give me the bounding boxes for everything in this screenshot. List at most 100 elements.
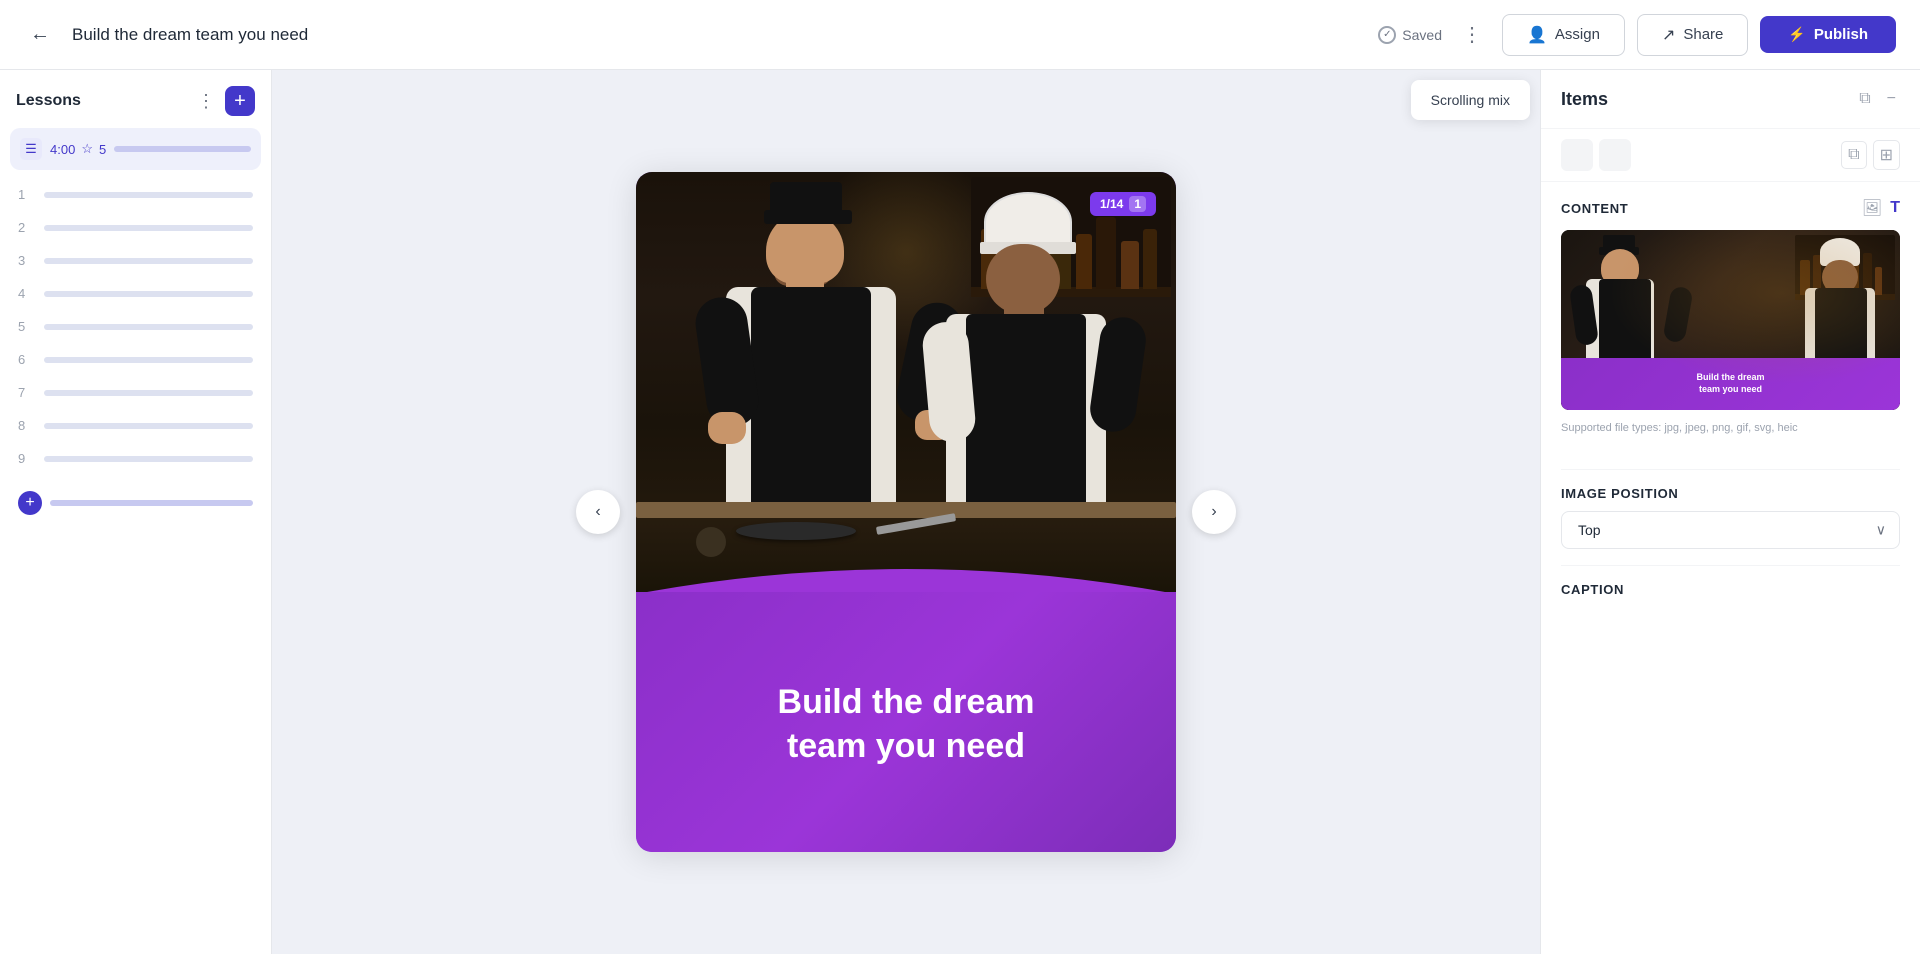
share-icon: ↗	[1662, 25, 1675, 45]
panel-toolbar: ⧉ ⊞	[1541, 129, 1920, 182]
right-panel: Items ⧉ − ⧉ ⊞ CONTENT 🖼 T	[1540, 70, 1920, 954]
page-title: Build the dream team you need	[72, 25, 1362, 45]
assign-icon: 👤	[1527, 25, 1547, 45]
add-item-row[interactable]: +	[0, 479, 271, 527]
list-item[interactable]: 1	[10, 178, 261, 211]
image-position-label: IMAGE POSITION	[1561, 486, 1900, 501]
lesson-bar	[44, 291, 253, 297]
copy-panel-button[interactable]: ⧉	[1855, 86, 1874, 112]
image-type-button[interactable]: 🖼	[1862, 198, 1882, 218]
list-item[interactable]: 5	[10, 310, 261, 343]
toolbar-btn-2[interactable]	[1599, 139, 1631, 171]
curve-overlay	[636, 544, 1176, 592]
add-lesson-button[interactable]: +	[225, 86, 255, 116]
slide-text-area: Build the dreamteam you need	[636, 592, 1176, 852]
publish-button[interactable]: ⚡ Publish	[1760, 16, 1896, 53]
lesson-bar	[44, 324, 253, 330]
list-item[interactable]: 2	[10, 211, 261, 244]
lesson-bar	[44, 258, 253, 264]
content-section: CONTENT 🖼 T	[1541, 182, 1920, 469]
slide-container: 1/14 1 Build the dreamteam you need	[636, 172, 1176, 852]
assign-button[interactable]: 👤 Assign	[1502, 14, 1625, 56]
position-select-wrapper: Top Bottom Left Right Background ∨	[1561, 511, 1900, 549]
lessons-title: Lessons	[16, 92, 81, 110]
sidebar: Lessons ⋮ + ☰ 4:00 ☆ 5 1 2	[0, 70, 272, 954]
minimize-panel-button[interactable]: −	[1883, 86, 1900, 112]
lesson-number: 1	[18, 187, 34, 202]
lessons-more-button[interactable]: ⋮	[195, 89, 217, 114]
share-label: Share	[1683, 26, 1723, 43]
toolbar-btn-1[interactable]	[1561, 139, 1593, 171]
lesson-number: 2	[18, 220, 34, 235]
copy-icon-btn[interactable]: ⧉	[1841, 141, 1866, 169]
lesson-number: 7	[18, 385, 34, 400]
list-item[interactable]: 9	[10, 442, 261, 475]
scrolling-mix-tooltip: Scrolling mix	[1411, 80, 1530, 120]
next-slide-button[interactable]: ›	[1192, 490, 1236, 534]
main-layout: Lessons ⋮ + ☰ 4:00 ☆ 5 1 2	[0, 70, 1920, 954]
topbar: ← Build the dream team you need ✓ Saved …	[0, 0, 1920, 70]
content-section-title: CONTENT 🖼 T	[1561, 198, 1900, 218]
position-select[interactable]: Top Bottom Left Right Background	[1561, 511, 1900, 549]
publish-label: Publish	[1814, 26, 1868, 43]
caption-label: CAPTION	[1561, 582, 1900, 597]
lesson-bar	[44, 192, 253, 198]
topbar-actions: ✓ Saved ⋮ 👤 Assign ↗ Share ⚡ Publish	[1378, 14, 1896, 56]
lesson-list: 1 2 3 4 5 6 7	[0, 174, 271, 479]
slide-image-area: 1/14 1	[636, 172, 1176, 592]
list-item[interactable]: 6	[10, 343, 261, 376]
share-button[interactable]: ↗ Share	[1637, 14, 1748, 56]
add-icon: +	[18, 491, 42, 515]
content-label: CONTENT	[1561, 201, 1628, 216]
list-item[interactable]: 7	[10, 376, 261, 409]
list-item[interactable]: 3	[10, 244, 261, 277]
lesson-number: 5	[18, 319, 34, 334]
lesson-number: 8	[18, 418, 34, 433]
prev-slide-button[interactable]: ‹	[576, 490, 620, 534]
lesson-bar	[44, 225, 253, 231]
lesson-bar	[44, 456, 253, 462]
grid-icon-btn[interactable]: ⊞	[1873, 140, 1900, 170]
image-position-section: IMAGE POSITION Top Bottom Left Right Bac…	[1541, 470, 1920, 565]
sidebar-header: Lessons ⋮ +	[0, 70, 271, 128]
next-icon: ›	[1211, 503, 1216, 521]
lesson-number: 3	[18, 253, 34, 268]
lesson-progress-bar	[114, 146, 251, 152]
back-button[interactable]: ←	[24, 17, 56, 52]
add-bar	[50, 500, 253, 506]
prev-icon: ‹	[595, 503, 600, 521]
mini-curve	[1561, 389, 1900, 410]
lesson-bar	[44, 390, 253, 396]
list-item[interactable]: 4	[10, 277, 261, 310]
panel-header: Items ⧉ −	[1541, 70, 1920, 129]
panel-header-actions: ⧉ −	[1855, 86, 1900, 112]
list-item[interactable]: 8	[10, 409, 261, 442]
publish-icon: ⚡	[1788, 26, 1805, 43]
mini-chef-scene: Build the dreamteam you need	[1561, 230, 1900, 410]
sidebar-header-actions: ⋮ +	[195, 86, 255, 116]
lesson-duration: 4:00 ☆ 5	[50, 141, 106, 157]
lesson-bar	[44, 423, 253, 429]
saved-icon: ✓	[1378, 26, 1396, 44]
caption-section: CAPTION	[1541, 566, 1920, 613]
lesson-number: 6	[18, 352, 34, 367]
text-type-button[interactable]: T	[1890, 198, 1900, 218]
chefs-scene	[636, 172, 1176, 592]
file-types-text: Supported file types: jpg, jpeg, png, gi…	[1561, 420, 1900, 437]
active-lesson[interactable]: ☰ 4:00 ☆ 5	[10, 128, 261, 170]
lesson-number: 4	[18, 286, 34, 301]
slide-wrapper: 1/14 1 Build the dreamteam you need ‹ ›	[636, 172, 1176, 852]
star-count: 5	[99, 142, 106, 157]
saved-badge: ✓ Saved	[1378, 26, 1442, 44]
saved-text: Saved	[1402, 27, 1442, 43]
content-section-icons: 🖼 T	[1862, 198, 1900, 218]
slide-progress-badge: 1/14 1	[1090, 192, 1156, 216]
lesson-number: 9	[18, 451, 34, 466]
slide-badge-num: 1	[1129, 196, 1146, 212]
content-image-preview[interactable]: Build the dreamteam you need	[1561, 230, 1900, 410]
scrolling-mix-label: Scrolling mix	[1431, 92, 1510, 108]
lesson-type-icon: ☰	[20, 138, 42, 160]
more-button[interactable]: ⋮	[1454, 18, 1490, 51]
assign-label: Assign	[1555, 26, 1600, 43]
slide-main-text: Build the dreamteam you need	[778, 680, 1035, 768]
